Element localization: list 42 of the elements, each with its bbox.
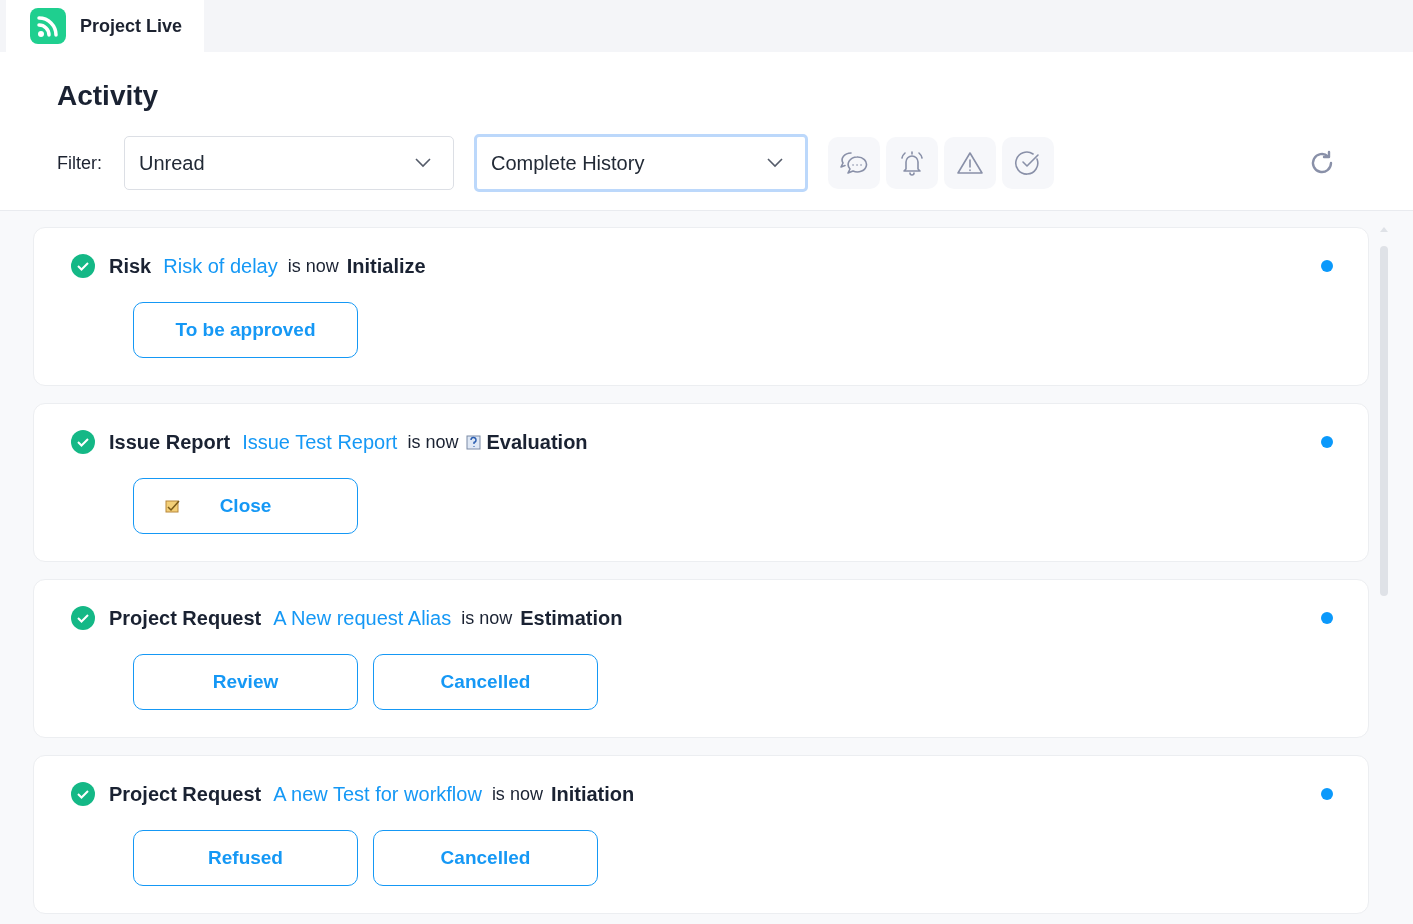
refresh-icon	[1309, 150, 1335, 176]
rss-logo-icon	[30, 8, 66, 44]
app-tab[interactable]: Project Live	[6, 0, 204, 52]
check-circle-icon	[1014, 149, 1042, 177]
chevron-down-icon	[415, 158, 431, 168]
filter-icon-button[interactable]	[1002, 137, 1054, 189]
activity-connector: is now	[407, 431, 459, 453]
page-title: Activity	[57, 80, 160, 112]
activity-status: Initiation	[550, 782, 635, 806]
filter-dropdown[interactable]: Complete History	[474, 134, 808, 192]
refresh-button[interactable]	[1309, 150, 1335, 176]
filter-label: Filter:	[57, 152, 103, 174]
activity-status: Estimation	[520, 606, 623, 630]
activity-type: Project Request	[109, 606, 262, 630]
action-button[interactable]: Cancelled	[373, 654, 598, 710]
action-button[interactable]: Cancelled	[373, 830, 598, 886]
activity-connector: is now	[461, 607, 513, 629]
filter-icon-button[interactable]	[886, 137, 938, 189]
action-button[interactable]: Refused	[133, 830, 358, 886]
action-button[interactable]: Close	[133, 478, 358, 534]
warning-icon	[956, 150, 984, 176]
bell-icon	[899, 149, 925, 177]
activity-type: Project Request	[109, 782, 262, 806]
activity-type: Risk	[109, 254, 152, 278]
activity-link[interactable]: A new Test for workflow	[273, 782, 482, 806]
scrollbar-thumb[interactable]	[1380, 246, 1388, 596]
activity-link[interactable]: Risk of delay	[163, 254, 278, 278]
activity-link[interactable]: A New request Alias	[273, 606, 452, 630]
filter-icon-button[interactable]	[944, 137, 996, 189]
filter-dropdown[interactable]: Unread	[124, 136, 454, 190]
action-button[interactable]: To be approved	[133, 302, 358, 358]
activity-connector: is now	[491, 783, 543, 805]
filter-icon-button[interactable]	[828, 137, 880, 189]
chat-bubbles-icon	[840, 150, 868, 176]
chevron-down-icon	[767, 158, 783, 168]
activity-type: Issue Report	[109, 430, 231, 454]
activity-connector: is now	[287, 255, 339, 277]
activity-status: Initialize	[346, 254, 426, 278]
action-button[interactable]: Review	[133, 654, 358, 710]
activity-status: Evaluation	[486, 430, 588, 454]
activity-link[interactable]: Issue Test Report	[242, 430, 398, 454]
app-title: Project Live	[80, 15, 183, 37]
